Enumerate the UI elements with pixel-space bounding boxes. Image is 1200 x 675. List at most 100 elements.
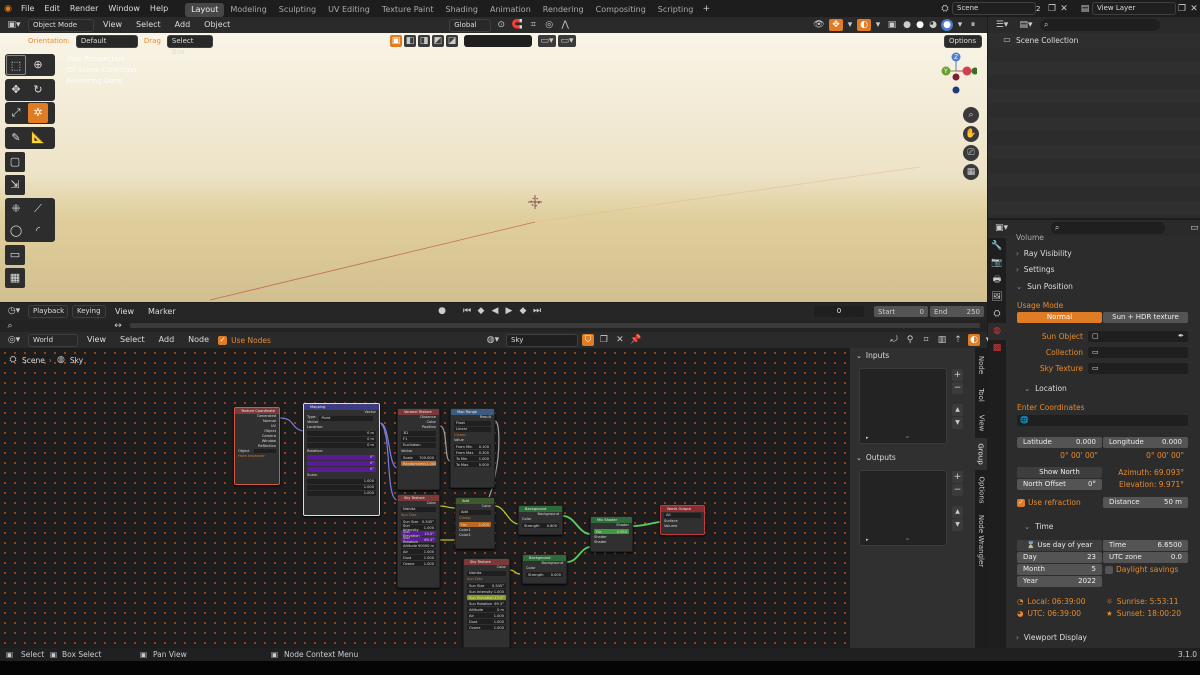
outliner-search-field[interactable]: ⌕ <box>1040 19 1160 31</box>
scale-z[interactable]: 1.000 <box>307 491 376 496</box>
add-empty-icon[interactable]: ⁜ <box>6 199 26 219</box>
mix-rgb-node[interactable]: Add Color Add Clamp Fac 1.000 Color1 Colo… <box>455 497 495 549</box>
list-expand-icon[interactable]: ▸ <box>866 435 869 441</box>
tab-texture-paint[interactable]: Texture Paint <box>376 3 440 17</box>
add-grid-tool-icon[interactable]: ▦ <box>5 268 25 288</box>
timeline-search-icon[interactable]: ⌕ <box>4 320 16 332</box>
xray-icon[interactable]: ▣ <box>885 19 899 31</box>
remove-input-icon[interactable]: − <box>952 382 963 394</box>
shading-dropdown-icon[interactable]: ▾ <box>956 19 964 31</box>
copy-view-layer-icon[interactable]: ❐ <box>1176 3 1188 15</box>
add-cube-tool-icon[interactable]: ▢ <box>5 152 25 172</box>
year-field[interactable]: Year 2022 <box>1017 576 1102 587</box>
use-refraction-checkbox[interactable]: ✓ Use refraction <box>1017 497 1081 509</box>
mapping-node[interactable]: Mapping Vector Type: Point Vector Locatio… <box>303 403 380 516</box>
camera-view-icon[interactable]: ⎚ <box>963 145 979 161</box>
outputs-header[interactable]: ⌄ Outputs <box>856 453 896 462</box>
pin-icon[interactable]: 📌 <box>630 334 642 346</box>
unlink-world-icon[interactable]: ✕ <box>614 334 626 346</box>
list-resize-grip-icon[interactable]: ═ <box>906 537 909 543</box>
tab-node-wrangler[interactable]: Node Wrangler <box>975 510 987 572</box>
select-box-tool-icon[interactable]: ⬚ <box>6 55 26 75</box>
play-reverse-icon[interactable]: ◀ <box>490 305 500 317</box>
to-max-field[interactable]: To Max 0.000 <box>454 462 491 467</box>
node-editor-type-icon[interactable]: ◎▾ <box>4 334 24 346</box>
sun-rotation-field[interactable]: Sun Rotation 69.3° <box>401 536 436 544</box>
menu-window[interactable]: Window <box>103 0 145 17</box>
location-x[interactable]: 0 m <box>307 431 376 436</box>
outputs-list[interactable]: ▸ ═ <box>859 470 947 546</box>
world-properties-icon[interactable]: ◍ <box>988 323 1006 340</box>
gizmo-toggle-icon[interactable]: ✥ <box>829 19 843 31</box>
location-z[interactable]: 0 m <box>307 443 376 448</box>
select-subtract-icon[interactable]: ◨ <box>418 35 430 47</box>
from-max-field[interactable]: From Max 0.300 <box>454 450 491 455</box>
menu-help[interactable]: Help <box>145 0 173 17</box>
volume-panel-header[interactable]: Volume <box>1016 232 1044 244</box>
select-invert-icon[interactable]: ◩ <box>432 35 444 47</box>
prev-keyframe-icon[interactable]: ◆ <box>476 305 486 317</box>
timeline-scrollbar[interactable] <box>130 323 980 328</box>
jump-end-icon[interactable]: ⏭ <box>532 305 542 317</box>
select-new-icon[interactable]: ▣ <box>390 35 402 47</box>
sun-rotation-field[interactable]: Sun Rotation 69.3° <box>467 601 506 606</box>
add-line-icon[interactable]: ⟋ <box>28 199 48 219</box>
move-output-down-icon[interactable]: ▼ <box>952 519 963 531</box>
collection-field[interactable]: ▭ <box>1088 347 1188 358</box>
timeline-menu-view[interactable]: View <box>110 303 139 320</box>
annotate-tool-icon[interactable]: ✎ <box>6 128 26 148</box>
socket-color[interactable]: Color <box>398 501 439 506</box>
gizmo-dropdown-icon[interactable]: ▾ <box>846 19 854 31</box>
tab-modeling[interactable]: Modeling <box>224 3 272 17</box>
sky-type-dropdown[interactable]: Nishita <box>401 507 436 512</box>
metric-dropdown[interactable]: Euclidean <box>401 443 436 448</box>
longitude-field[interactable]: Longitude 0.000 <box>1103 437 1188 448</box>
sun-disc-checkbox[interactable]: Sun Disc <box>464 577 509 582</box>
keying-dropdown[interactable]: Keying <box>72 304 106 318</box>
duplicate-world-icon[interactable]: ❐ <box>598 334 610 346</box>
ozone-field[interactable]: Ozone 1.000 <box>467 625 506 630</box>
background-node-1[interactable]: Background Background Color Strength 0.80… <box>518 505 563 535</box>
view-layer-properties-icon[interactable]: 🖼 <box>988 289 1006 306</box>
world-output-node[interactable]: World Output All Surface Volume <box>660 505 705 535</box>
inputs-header[interactable]: ⌄ Inputs <box>856 351 889 360</box>
rotation-z[interactable]: 0° <box>307 467 376 472</box>
snap-settings-icon[interactable]: ⌗ <box>527 19 539 31</box>
month-field[interactable]: Month 5 <box>1017 564 1102 575</box>
3d-viewport[interactable]: User Perspective (0) Scene Collection Re… <box>0 17 987 302</box>
altitude-field[interactable]: Altitude 0 m <box>467 607 506 612</box>
3d-cursor[interactable] <box>528 195 542 209</box>
altitude-field[interactable]: Altitude 90000 m <box>401 543 436 548</box>
fac-field[interactable]: Fac 0.950 <box>594 529 629 534</box>
type-dropdown[interactable]: Point <box>319 416 373 421</box>
usage-mode-sun-hdr-button[interactable]: Sun + HDR texture <box>1103 312 1188 323</box>
scene-name[interactable]: Scene <box>952 2 1036 15</box>
wireframe-shading-icon[interactable]: ● <box>902 19 912 31</box>
timeline-editor-type-icon[interactable]: ◷▾ <box>4 305 24 317</box>
scale-field[interactable]: Scale 700.000 <box>401 455 436 460</box>
latitude-field[interactable]: Latitude 0.000 <box>1017 437 1102 448</box>
from-min-field[interactable]: From Min 0.100 <box>454 444 491 449</box>
world-name-field[interactable]: Sky <box>505 333 578 347</box>
transform-tool-icon[interactable]: ✲ <box>28 103 48 123</box>
outliner-editor-type-icon[interactable]: ☰▾ <box>992 19 1012 31</box>
output-properties-icon[interactable]: 🖶 <box>988 272 1006 289</box>
dust-field[interactable]: Dust 1.000 <box>401 555 436 560</box>
time-subpanel-header[interactable]: ⌄ Time <box>1024 521 1053 533</box>
move-tool-icon[interactable]: ✥ <box>6 80 26 100</box>
rotate-tool-icon[interactable]: ↻ <box>28 80 48 100</box>
clamp-checkbox[interactable]: Clamp <box>456 516 494 521</box>
socket-color2[interactable]: Color2 <box>456 533 494 538</box>
proportional-edit-icon[interactable]: ◎ <box>543 19 555 31</box>
sun-object-field[interactable]: ▢ ✒ <box>1088 331 1188 342</box>
scene-collection-row[interactable]: ▭ Scene Collection <box>988 33 1200 47</box>
socket-vector[interactable]: Vector <box>398 449 439 454</box>
transform-orientation-dropdown[interactable]: Global <box>449 18 492 32</box>
node-menu-node[interactable]: Node <box>183 332 214 348</box>
orientation-dropdown[interactable]: Default <box>75 34 138 48</box>
randomness-field[interactable]: Randomness 1.000 <box>401 461 436 466</box>
object-mode-dropdown[interactable]: Object Mode <box>28 18 94 32</box>
pivot-icon[interactable]: ⊙ <box>495 19 507 31</box>
layout-dropdown-icon[interactable]: ▭▾ <box>558 35 576 47</box>
strength-field[interactable]: Strength 0.000 <box>526 572 563 577</box>
